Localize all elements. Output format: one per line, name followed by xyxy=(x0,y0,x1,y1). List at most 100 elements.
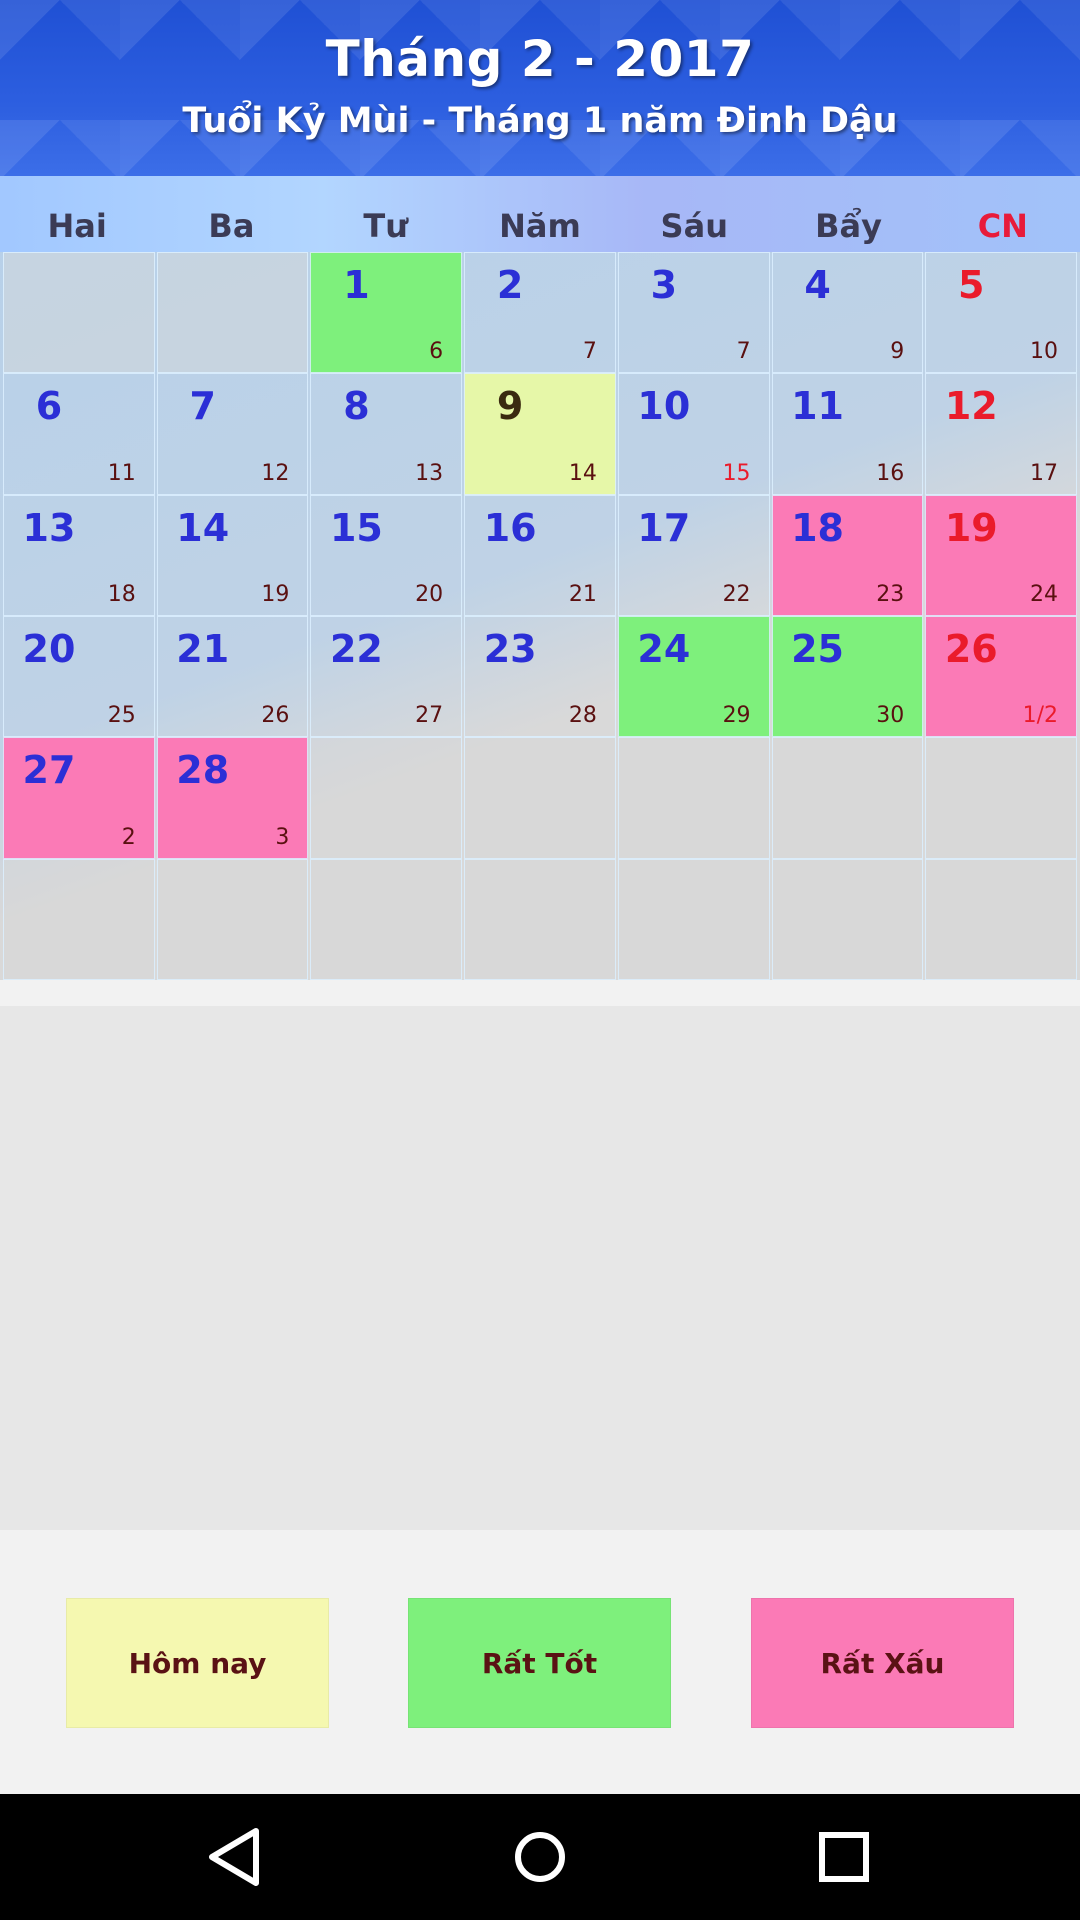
weekday-wed: Tư xyxy=(363,207,408,245)
lunar-day-number: 25 xyxy=(107,703,136,729)
lunar-day-number: 17 xyxy=(1029,460,1058,486)
day-cell[interactable]: 8 13 xyxy=(310,373,463,495)
solar-day-number: 10 xyxy=(637,384,691,429)
solar-day-number: 3 xyxy=(650,263,678,307)
solar-day-number: 15 xyxy=(329,505,383,550)
day-cell[interactable]: 37 xyxy=(617,252,770,374)
home-circle-icon[interactable] xyxy=(502,1819,578,1895)
empty-day-cell xyxy=(617,858,770,980)
weekday-sat: Bẩy xyxy=(815,207,882,245)
calendar-header: Tháng 2 - 2017 Tuổi Kỷ Mùi - Tháng 1 năm… xyxy=(0,0,1080,176)
lunar-day-number: 10 xyxy=(1029,339,1058,365)
day-cell[interactable]: 15 20 xyxy=(310,494,463,616)
calendar-grid: 1 6 2 7 3 7 4 9 5 10 6 11 7 12 8 13 9 14 10 15 11 16 12 17 13 18 1… xyxy=(0,252,1080,980)
recent-square-icon[interactable] xyxy=(806,1819,882,1895)
weekday-mon: Hai xyxy=(47,207,107,245)
day-cell[interactable]: 28 3 xyxy=(156,737,309,859)
solar-day-number: 21 xyxy=(176,626,230,671)
system-navigation-bar xyxy=(0,1794,1080,1920)
empty-day-cell xyxy=(464,737,616,859)
empty-day-cell xyxy=(310,737,463,859)
day-cell[interactable]: 26 1/2 xyxy=(925,615,1077,738)
day-cell[interactable]: 18 23 xyxy=(771,494,924,616)
solar-day-number: 1 xyxy=(343,263,370,307)
lunar-day-number: 27 xyxy=(415,703,444,729)
lunar-day-number: 14 xyxy=(568,460,597,486)
day-cell[interactable]: 14 19 xyxy=(156,494,309,616)
solar-day-number: 4 xyxy=(804,263,831,307)
lunar-subtitle: Tuổi Kỷ Mùi - Tháng 1 năm Đinh Dậu xyxy=(182,101,898,141)
lunar-day-number: 23 xyxy=(876,581,905,607)
day-cell[interactable]: 16 21 xyxy=(464,494,616,616)
day-cell[interactable]: 13 18 xyxy=(3,494,155,616)
empty-day-cell xyxy=(156,858,309,980)
solar-day-number: 8 xyxy=(343,384,370,429)
lunar-day-number: 7 xyxy=(736,339,751,365)
solar-day-number: 18 xyxy=(791,505,844,550)
day-cell[interactable]: 23 28 xyxy=(464,615,616,738)
solar-day-number: 6 xyxy=(35,384,63,429)
lunar-day-number: 1/2 xyxy=(1022,703,1058,729)
lunar-day-number: 30 xyxy=(876,703,905,729)
lunar-day-number: 9 xyxy=(890,339,905,365)
day-cell[interactable]: 7 12 xyxy=(156,373,309,495)
day-cell[interactable]: 25 30 xyxy=(771,615,924,738)
solar-day-number: 16 xyxy=(483,505,537,550)
day-cell[interactable]: 21 26 xyxy=(156,615,309,738)
day-cell[interactable]: 19 24 xyxy=(925,494,1077,616)
weekday-header-row: Hai Ba Tư Năm Sáu Bẩy CN xyxy=(0,176,1080,252)
day-info-panel xyxy=(0,1006,1080,1530)
lunar-day-number: 7 xyxy=(582,339,597,365)
empty-day-cell xyxy=(3,252,155,374)
lunar-day-number: 29 xyxy=(722,703,751,729)
day-cell[interactable]: 16 xyxy=(310,252,463,374)
month-title[interactable]: Tháng 2 - 2017 xyxy=(0,30,1080,88)
empty-day-cell xyxy=(771,737,924,859)
empty-day-cell xyxy=(310,858,463,980)
solar-day-number: 27 xyxy=(22,748,76,793)
solar-day-number: 2 xyxy=(496,263,524,307)
empty-day-cell xyxy=(771,858,924,980)
solar-day-number: 23 xyxy=(483,626,537,671)
empty-day-cell xyxy=(464,858,616,980)
solar-day-number: 25 xyxy=(791,626,844,671)
lunar-day-number: 22 xyxy=(722,581,751,607)
solar-day-number: 7 xyxy=(189,384,216,429)
empty-day-cell xyxy=(617,737,770,859)
solar-day-number: 12 xyxy=(944,384,998,429)
lunar-day-number: 2 xyxy=(121,824,136,850)
solar-day-number: 24 xyxy=(637,626,691,671)
day-cell[interactable]: 22 27 xyxy=(310,615,463,738)
day-cell[interactable]: 24 29 xyxy=(617,615,770,738)
lunar-day-number: 19 xyxy=(261,581,290,607)
day-cell[interactable]: 27 xyxy=(464,252,616,374)
day-cell[interactable]: 49 xyxy=(771,252,924,374)
lunar-day-number: 13 xyxy=(415,460,444,486)
lunar-day-number: 21 xyxy=(568,581,597,607)
lunar-day-number: 11 xyxy=(107,460,136,486)
solar-day-number: 17 xyxy=(637,505,691,550)
day-cell[interactable]: 11 16 xyxy=(771,373,924,495)
solar-day-number: 28 xyxy=(176,748,230,793)
calendar-cells: 1 6 2 7 3 7 4 9 5 10 6 11 7 12 8 13 9 14 10 15 11 16 12 17 13 18 1… xyxy=(2,252,1078,980)
back-triangle-icon[interactable] xyxy=(198,1819,274,1895)
legend-good-day-button[interactable]: Rất Tốt xyxy=(408,1598,671,1728)
weekday-sun: CN xyxy=(977,207,1028,245)
day-cell[interactable]: 20 25 xyxy=(3,615,155,738)
day-cell[interactable]: 27 2 xyxy=(3,737,155,859)
legend-bar: Hôm nay Rất Tốt Rất Xấu xyxy=(0,1530,1080,1794)
day-cell[interactable]: 9 14 xyxy=(464,373,616,495)
legend-bad-day-button[interactable]: Rất Xấu xyxy=(751,1598,1014,1728)
solar-day-number: 13 xyxy=(22,505,76,550)
solar-day-number: 5 xyxy=(958,263,985,307)
lunar-day-number: 18 xyxy=(107,581,136,607)
lunar-day-number: 24 xyxy=(1029,581,1058,607)
day-cell[interactable]: 17 22 xyxy=(617,494,770,616)
legend-today-button[interactable]: Hôm nay xyxy=(66,1598,329,1728)
day-cell[interactable]: 6 11 xyxy=(3,373,155,495)
day-cell[interactable]: 5 10 xyxy=(925,252,1077,374)
empty-day-cell xyxy=(925,737,1077,859)
lunar-day-number: 6 xyxy=(429,339,444,365)
day-cell[interactable]: 12 17 xyxy=(925,373,1077,495)
day-cell[interactable]: 10 15 xyxy=(617,373,770,495)
